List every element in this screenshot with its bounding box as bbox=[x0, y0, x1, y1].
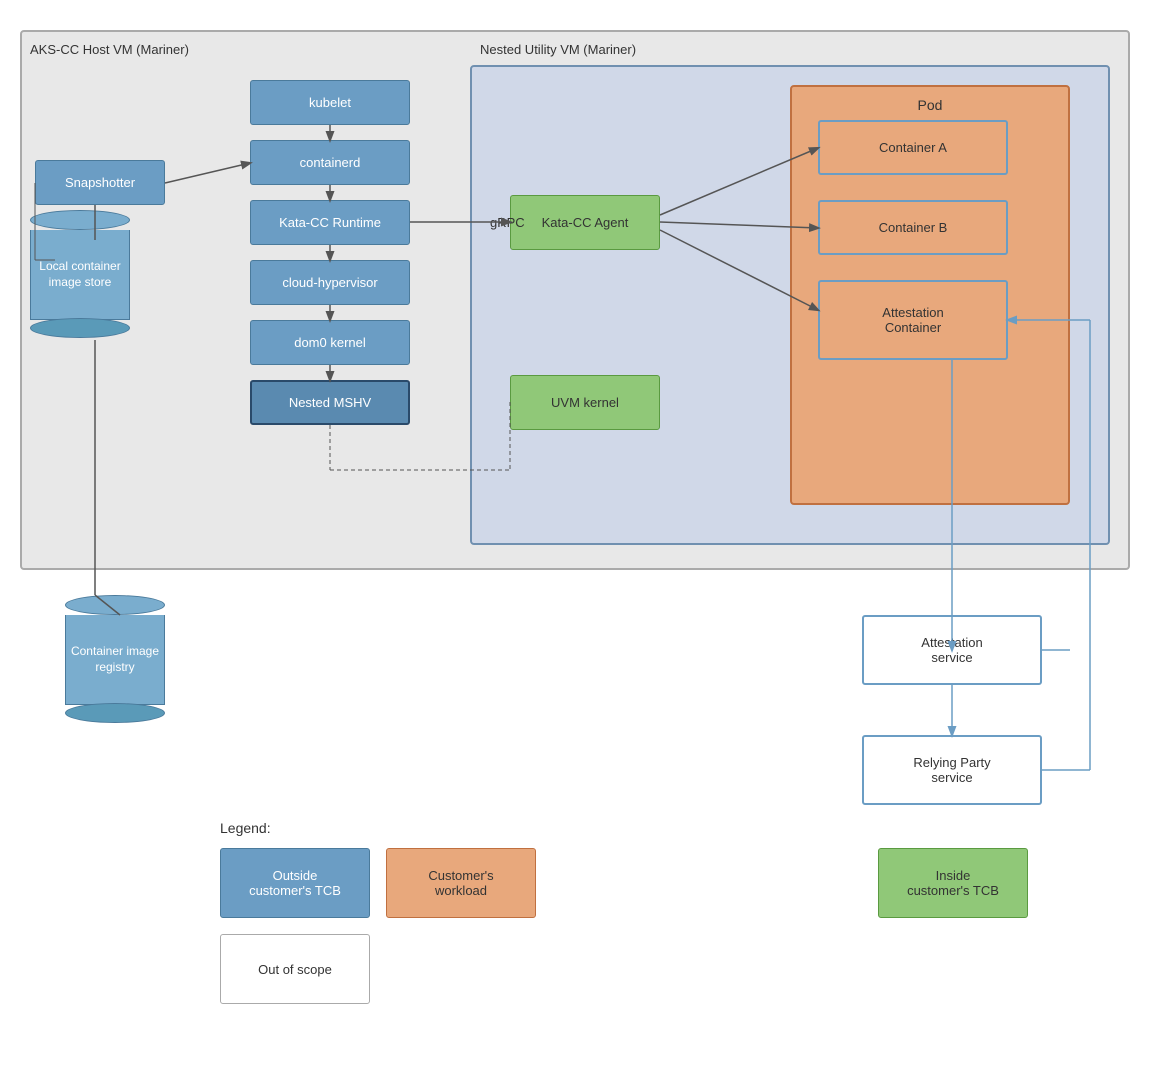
reg-cyl-top bbox=[65, 595, 165, 615]
aks-host-label: AKS-CC Host VM (Mariner) bbox=[30, 42, 189, 57]
diagram-container: AKS-CC Host VM (Mariner) Nested Utility … bbox=[0, 0, 1159, 1086]
dom0-kernel-box: dom0 kernel bbox=[250, 320, 410, 365]
cyl-top bbox=[30, 210, 130, 230]
registry-cylinder: Container image registry bbox=[65, 595, 165, 723]
reg-cyl-body: Container image registry bbox=[65, 615, 165, 705]
relying-party-label: Relying Party service bbox=[913, 755, 990, 785]
cyl-body: Local container image store bbox=[30, 230, 130, 320]
attestation-service-box: Attestation service bbox=[862, 615, 1042, 685]
registry-label: Container image registry bbox=[71, 644, 159, 675]
kata-runtime-label: Kata-CC Runtime bbox=[279, 215, 381, 230]
legend-outside-tcb-label: Outsidecustomer's TCB bbox=[249, 868, 341, 898]
container-a-box: Container A bbox=[818, 120, 1008, 175]
uvm-kernel-label: UVM kernel bbox=[551, 395, 619, 410]
snapshotter-box: Snapshotter bbox=[35, 160, 165, 205]
local-store-label: Local container image store bbox=[39, 259, 120, 290]
legend-customer-workload-label: Customer'sworkload bbox=[428, 868, 493, 898]
relying-party-box: Relying Party service bbox=[862, 735, 1042, 805]
attestation-container-box: Attestation Container bbox=[818, 280, 1008, 360]
cloud-hypervisor-box: cloud-hypervisor bbox=[250, 260, 410, 305]
cyl-bottom bbox=[30, 318, 130, 338]
legend-out-of-scope-label: Out of scope bbox=[258, 962, 332, 977]
legend-out-of-scope: Out of scope bbox=[220, 934, 370, 1004]
snapshotter-label: Snapshotter bbox=[65, 175, 135, 190]
pod-label: Pod bbox=[792, 97, 1068, 113]
legend-inside-tcb-label: Insidecustomer's TCB bbox=[907, 868, 999, 898]
legend-title: Legend: bbox=[220, 820, 1159, 836]
cloud-hypervisor-label: cloud-hypervisor bbox=[282, 275, 377, 290]
kata-runtime-box: Kata-CC Runtime bbox=[250, 200, 410, 245]
attestation-service-label: Attestation service bbox=[921, 635, 982, 665]
dom0-kernel-label: dom0 kernel bbox=[294, 335, 366, 350]
containerd-box: containerd bbox=[250, 140, 410, 185]
nested-mshv-box: Nested MSHV bbox=[250, 380, 410, 425]
nested-mshv-label: Nested MSHV bbox=[289, 395, 371, 410]
grpc-label: gRPC bbox=[490, 215, 525, 230]
container-a-label: Container A bbox=[879, 140, 947, 155]
legend-area: Legend: Outsidecustomer's TCB Customer's… bbox=[220, 820, 1159, 1004]
kubelet-box: kubelet bbox=[250, 80, 410, 125]
legend-outside-tcb: Outsidecustomer's TCB bbox=[220, 848, 370, 918]
reg-cyl-bottom bbox=[65, 703, 165, 723]
legend-inside-tcb: Insidecustomer's TCB bbox=[878, 848, 1028, 918]
container-b-box: Container B bbox=[818, 200, 1008, 255]
legend-items: Outsidecustomer's TCB Customer'sworkload… bbox=[220, 848, 1159, 1004]
containerd-label: containerd bbox=[300, 155, 361, 170]
container-b-label: Container B bbox=[879, 220, 948, 235]
attestation-container-label: Attestation Container bbox=[882, 305, 943, 335]
kata-agent-box: Kata-CC Agent bbox=[510, 195, 660, 250]
nested-vm-label: Nested Utility VM (Mariner) bbox=[480, 42, 636, 57]
kubelet-label: kubelet bbox=[309, 95, 351, 110]
kata-agent-label: Kata-CC Agent bbox=[542, 215, 629, 230]
local-store-cylinder: Local container image store bbox=[30, 210, 130, 338]
legend-customer-workload: Customer'sworkload bbox=[386, 848, 536, 918]
uvm-kernel-box: UVM kernel bbox=[510, 375, 660, 430]
